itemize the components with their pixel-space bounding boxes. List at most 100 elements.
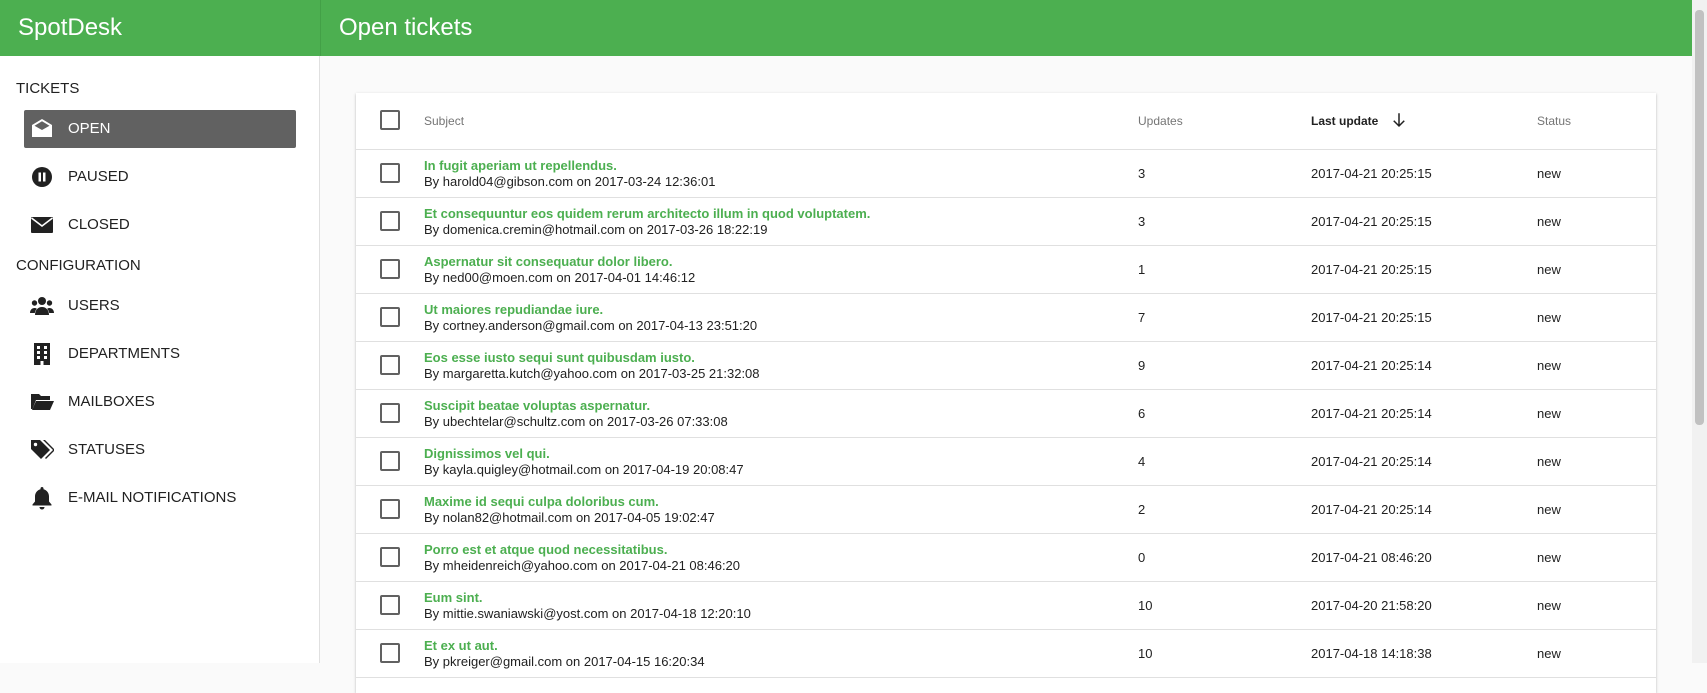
ticket-status: new (1537, 598, 1561, 613)
ticket-last-update: 2017-04-21 20:25:14 (1311, 454, 1432, 469)
users-icon (30, 297, 54, 315)
ticket-last-update: 2017-04-21 20:25:14 (1311, 358, 1432, 373)
row-checkbox[interactable] (380, 643, 400, 663)
envelope-icon (31, 217, 53, 233)
sidebar: TICKETS OPEN PAUSED CLOSED CONFIGURATION… (0, 56, 320, 663)
row-checkbox[interactable] (380, 355, 400, 375)
ticket-updates: 0 (1138, 550, 1146, 565)
table-body: In fugit aperiam ut repellendus. By harol… (356, 150, 1656, 678)
ticket-updates: 7 (1138, 310, 1146, 325)
row-checkbox[interactable] (380, 403, 400, 423)
ticket-byline: By harold04@gibson.com on 2017-03-24 12:… (424, 174, 716, 189)
sidebar-item-label: PAUSED (68, 168, 129, 185)
ticket-subject-link[interactable]: Eum sint. (424, 590, 483, 605)
ticket-status: new (1537, 502, 1561, 517)
sidebar-item-label: STATUSES (68, 441, 145, 458)
sidebar-item-closed[interactable]: CLOSED (24, 206, 296, 244)
ticket-last-update: 2017-04-21 20:25:14 (1311, 502, 1432, 517)
table-row[interactable]: Porro est et atque quod necessitatibus. B… (356, 534, 1656, 582)
column-header-last-update[interactable]: Last update (1311, 93, 1408, 149)
scrollbar-thumb[interactable] (1695, 10, 1704, 425)
ticket-status: new (1537, 214, 1561, 229)
row-checkbox[interactable] (380, 307, 400, 327)
row-checkbox[interactable] (380, 499, 400, 519)
ticket-updates: 3 (1138, 214, 1146, 229)
ticket-subject-link[interactable]: In fugit aperiam ut repellendus. (424, 158, 617, 173)
table-row[interactable]: Maxime id sequi culpa doloribus cum. By n… (356, 486, 1656, 534)
table-header: Subject Updates Last update Status (356, 93, 1656, 150)
ticket-updates: 3 (1138, 166, 1146, 181)
ticket-subject-link[interactable]: Dignissimos vel qui. (424, 446, 550, 461)
table-row[interactable]: Ut maiores repudiandae iure. By cortney.a… (356, 294, 1656, 342)
ticket-status: new (1537, 454, 1561, 469)
row-checkbox[interactable] (380, 451, 400, 471)
ticket-last-update: 2017-04-21 20:25:15 (1311, 214, 1432, 229)
row-checkbox[interactable] (380, 595, 400, 615)
ticket-subject-link[interactable]: Suscipit beatae voluptas aspernatur. (424, 398, 650, 413)
table-row[interactable]: In fugit aperiam ut repellendus. By harol… (356, 150, 1656, 198)
table-row[interactable]: Eos esse iusto sequi sunt quibusdam iust… (356, 342, 1656, 390)
ticket-byline: By ubechtelar@schultz.com on 2017-03-26 … (424, 414, 728, 429)
section-title-tickets: TICKETS (16, 80, 80, 97)
ticket-status: new (1537, 550, 1561, 565)
ticket-last-update: 2017-04-21 20:25:14 (1311, 406, 1432, 421)
ticket-updates: 6 (1138, 406, 1146, 421)
ticket-byline: By cortney.anderson@gmail.com on 2017-04… (424, 318, 758, 333)
sidebar-item-statuses[interactable]: STATUSES (24, 431, 296, 469)
ticket-status: new (1537, 310, 1561, 325)
row-checkbox[interactable] (380, 211, 400, 231)
ticket-updates: 1 (1138, 262, 1146, 277)
sidebar-item-email-notifications[interactable]: E-MAIL NOTIFICATIONS (24, 479, 296, 517)
column-header-updates[interactable]: Updates (1138, 93, 1183, 149)
ticket-status: new (1537, 646, 1561, 661)
select-all-checkbox[interactable] (380, 110, 400, 130)
ticket-subject-link[interactable]: Et consequuntur eos quidem rerum archite… (424, 206, 870, 221)
ticket-status: new (1537, 406, 1561, 421)
ticket-byline: By ned00@moen.com on 2017-04-01 14:46:12 (424, 270, 696, 285)
envelope-open-icon (32, 119, 52, 137)
ticket-byline: By domenica.cremin@hotmail.com on 2017-0… (424, 222, 768, 237)
sidebar-item-paused[interactable]: PAUSED (24, 158, 296, 196)
table-row[interactable]: Et consequuntur eos quidem rerum archite… (356, 198, 1656, 246)
ticket-byline: By margaretta.kutch@yahoo.com on 2017-03… (424, 366, 760, 381)
row-checkbox[interactable] (380, 163, 400, 183)
sidebar-item-departments[interactable]: DEPARTMENTS (24, 335, 296, 373)
ticket-updates: 9 (1138, 358, 1146, 373)
ticket-byline: By mittie.swaniawski@yost.com on 2017-04… (424, 606, 751, 621)
ticket-updates: 2 (1138, 502, 1146, 517)
sidebar-item-mailboxes[interactable]: MAILBOXES (24, 383, 296, 421)
page-scrollbar[interactable] (1692, 0, 1707, 663)
column-header-status[interactable]: Status (1537, 93, 1571, 149)
column-header-last-update-label: Last update (1311, 114, 1379, 128)
table-row[interactable]: Et ex ut aut. By pkreiger@gmail.com on 20… (356, 630, 1656, 678)
pause-circle-icon (32, 167, 52, 187)
ticket-subject-link[interactable]: Porro est et atque quod necessitatibus. (424, 542, 667, 557)
column-header-subject[interactable]: Subject (424, 93, 464, 149)
arrow-down-icon (1392, 113, 1405, 128)
ticket-subject-link[interactable]: Eos esse iusto sequi sunt quibusdam iust… (424, 350, 695, 365)
ticket-updates: 4 (1138, 454, 1146, 469)
ticket-subject-link[interactable]: Ut maiores repudiandae iure. (424, 302, 603, 317)
tags-icon (31, 440, 54, 459)
table-row[interactable]: Aspernatur sit consequatur dolor libero.… (356, 246, 1656, 294)
ticket-byline: By nolan82@hotmail.com on 2017-04-05 19:… (424, 510, 715, 525)
row-checkbox[interactable] (380, 259, 400, 279)
sidebar-item-open[interactable]: OPEN (24, 110, 296, 148)
sidebar-item-users[interactable]: USERS (24, 287, 296, 325)
ticket-subject-link[interactable]: Aspernatur sit consequatur dolor libero. (424, 254, 672, 269)
ticket-last-update: 2017-04-21 20:25:15 (1311, 166, 1432, 181)
sidebar-item-label: E-MAIL NOTIFICATIONS (68, 489, 237, 506)
app-brand[interactable]: SpotDesk (0, 0, 320, 56)
ticket-last-update: 2017-04-18 14:18:38 (1311, 646, 1432, 661)
table-row[interactable]: Suscipit beatae voluptas aspernatur. By u… (356, 390, 1656, 438)
page-title: Open tickets (321, 0, 1692, 56)
ticket-last-update: 2017-04-21 08:46:20 (1311, 550, 1432, 565)
ticket-last-update: 2017-04-20 21:58:20 (1311, 598, 1432, 613)
bell-icon (32, 487, 52, 510)
ticket-subject-link[interactable]: Et ex ut aut. (424, 638, 498, 653)
table-row[interactable]: Dignissimos vel qui. By kayla.quigley@hot… (356, 438, 1656, 486)
sidebar-item-label: OPEN (68, 120, 111, 137)
table-row[interactable]: Eum sint. By mittie.swaniawski@yost.com o… (356, 582, 1656, 630)
row-checkbox[interactable] (380, 547, 400, 567)
ticket-subject-link[interactable]: Maxime id sequi culpa doloribus cum. (424, 494, 659, 509)
